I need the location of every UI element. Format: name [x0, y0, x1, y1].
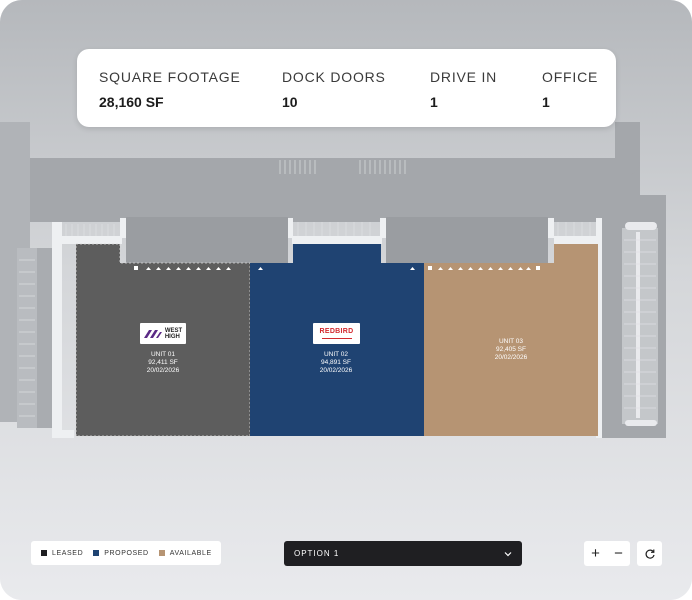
unit-date: 20/02/2026: [494, 354, 528, 361]
legend-item-available: AVAILABLE: [158, 549, 212, 557]
legend-label: AVAILABLE: [169, 549, 212, 557]
unit-date: 20/02/2026: [319, 367, 353, 374]
zoom-out-button[interactable]: −: [607, 541, 630, 566]
unit-name: UNIT 02: [323, 351, 349, 358]
legend-item-leased: LEASED: [41, 550, 83, 557]
unit-name: UNIT 03: [498, 338, 524, 345]
tenant-logo-west-high: WEST HIGH: [140, 323, 186, 344]
stat-label: OFFICE: [542, 69, 599, 85]
stat-drive-in: DRIVE IN 1: [430, 69, 497, 110]
unit-03-label: UNIT 03 92,405 SF 20/02/2026: [481, 338, 541, 362]
west-high-mark-icon: [143, 329, 162, 338]
property-stats-card: SQUARE FOOTAGE 28,160 SF DOCK DOORS 10 D…: [77, 49, 616, 127]
legend-item-proposed: PROPOSED: [93, 550, 148, 557]
stat-label: DOCK DOORS: [282, 69, 386, 85]
unit-area: 94,891 SF: [321, 359, 351, 366]
unit-area: 92,405 SF: [496, 346, 526, 353]
stat-value: 10: [282, 94, 298, 110]
unit-name: UNIT 01: [150, 351, 176, 358]
refresh-icon: [645, 549, 655, 559]
legend-swatch: [93, 550, 100, 556]
stat-label: DRIVE IN: [430, 69, 498, 85]
stat-value: 1: [542, 94, 550, 110]
reset-view-button[interactable]: [637, 541, 662, 566]
stat-dock-doors: DOCK DOORS 10: [282, 69, 386, 110]
logo-text: REDBIRD: [319, 328, 354, 335]
unit-area: 92,411 SF: [148, 359, 178, 366]
stat-value: 28,160 SF: [99, 94, 164, 110]
legend-label: PROPOSED: [104, 549, 149, 557]
legend-swatch: [158, 550, 165, 556]
unit-date: 20/02/2026: [146, 367, 180, 374]
status-legend: LEASED PROPOSED AVAILABLE: [31, 541, 221, 565]
unit-02-label: UNIT 02 94,891 SF 20/02/2026: [306, 351, 366, 375]
option-select[interactable]: OPTION 1: [284, 541, 522, 566]
zoom-controls: + −: [584, 541, 630, 566]
legend-swatch: [41, 550, 47, 556]
chevron-down-icon: [504, 551, 512, 556]
stat-label: SQUARE FOOTAGE: [99, 69, 241, 85]
stat-value: 1: [430, 94, 438, 110]
parking-left: [17, 248, 54, 428]
logo-text: HIGH: [164, 333, 180, 340]
legend-label: LEASED: [52, 549, 84, 557]
stat-office: OFFICE 1: [542, 69, 598, 110]
unit-01-label: UNIT 01 92,411 SF 20/02/2026: [133, 351, 193, 375]
logo-text: WEST: [164, 327, 183, 334]
option-select-value: OPTION 1: [294, 549, 340, 558]
stat-square-footage: SQUARE FOOTAGE 28,160 SF: [99, 69, 241, 110]
site-plan-viewer: SQUARE FOOTAGE 28,160 SF DOCK DOORS 10 D…: [0, 0, 692, 600]
zoom-in-button[interactable]: +: [584, 541, 607, 566]
tenant-logo-redbird: REDBIRD: [313, 323, 360, 344]
logo-underline: [321, 338, 352, 339]
